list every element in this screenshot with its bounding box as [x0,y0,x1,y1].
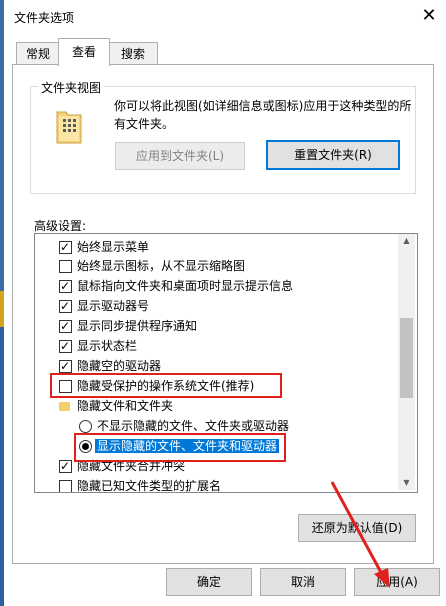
tab-view[interactable]: 查看 [58,38,110,66]
radio-button[interactable] [79,420,92,433]
checkbox-checked[interactable] [59,317,72,336]
window-title: 文件夹选项 [14,11,75,25]
annotation-box-protected-files [50,373,282,398]
annotation-box-show-hidden [74,433,286,462]
tab-search[interactable]: 搜索 [108,42,158,65]
advanced-settings-label: 高级设置: [34,219,87,233]
list-item[interactable]: 显示状态栏 [59,337,137,356]
checkbox-checked[interactable] [59,277,72,296]
checkbox-checked[interactable] [59,357,72,376]
list-item[interactable]: 始终显示图标，从不显示缩略图 [59,257,245,276]
scrollbar-thumb[interactable] [400,318,413,398]
folder-views-legend: 文件夹视图 [38,79,105,96]
reset-folders-button[interactable]: 重置文件夹(R) [266,140,400,170]
folder-views-description: 你可以将此视图(如详细信息或图标)应用于这种类型的所有文件夹。 [114,99,412,131]
list-item[interactable]: 显示驱动器号 [59,297,149,316]
checkbox-checked[interactable] [59,297,72,316]
annotation-arrow-icon [330,481,390,588]
title-bar: 文件夹选项 ✕ [4,0,446,32]
list-item: 隐藏文件和文件夹 [59,397,173,416]
list-item[interactable]: 隐藏已知文件类型的扩展名 [59,477,221,492]
list-item[interactable]: 显示同步提供程序通知 [59,317,197,336]
checkbox-checked[interactable] [59,337,72,356]
tab-general[interactable]: 常规 [16,42,60,65]
desktop-background [0,0,4,606]
folder-icon [59,402,70,411]
checkbox-checked[interactable] [59,238,72,257]
list-item[interactable]: 鼠标指向文件夹和桌面项时显示提示信息 [59,277,293,296]
close-icon[interactable]: ✕ [412,4,446,28]
checkbox[interactable] [59,260,72,273]
scroll-up-icon[interactable]: ▲ [398,236,415,245]
scroll-down-icon[interactable]: ▼ [398,478,415,487]
ok-button[interactable]: 确定 [166,568,252,596]
checkbox-checked[interactable] [59,457,72,476]
apply-to-folders-button[interactable]: 应用到文件夹(L) [115,142,245,170]
folder-views-icon [56,108,82,144]
checkbox[interactable] [59,480,72,492]
list-item[interactable]: 始终显示菜单 [59,238,149,257]
